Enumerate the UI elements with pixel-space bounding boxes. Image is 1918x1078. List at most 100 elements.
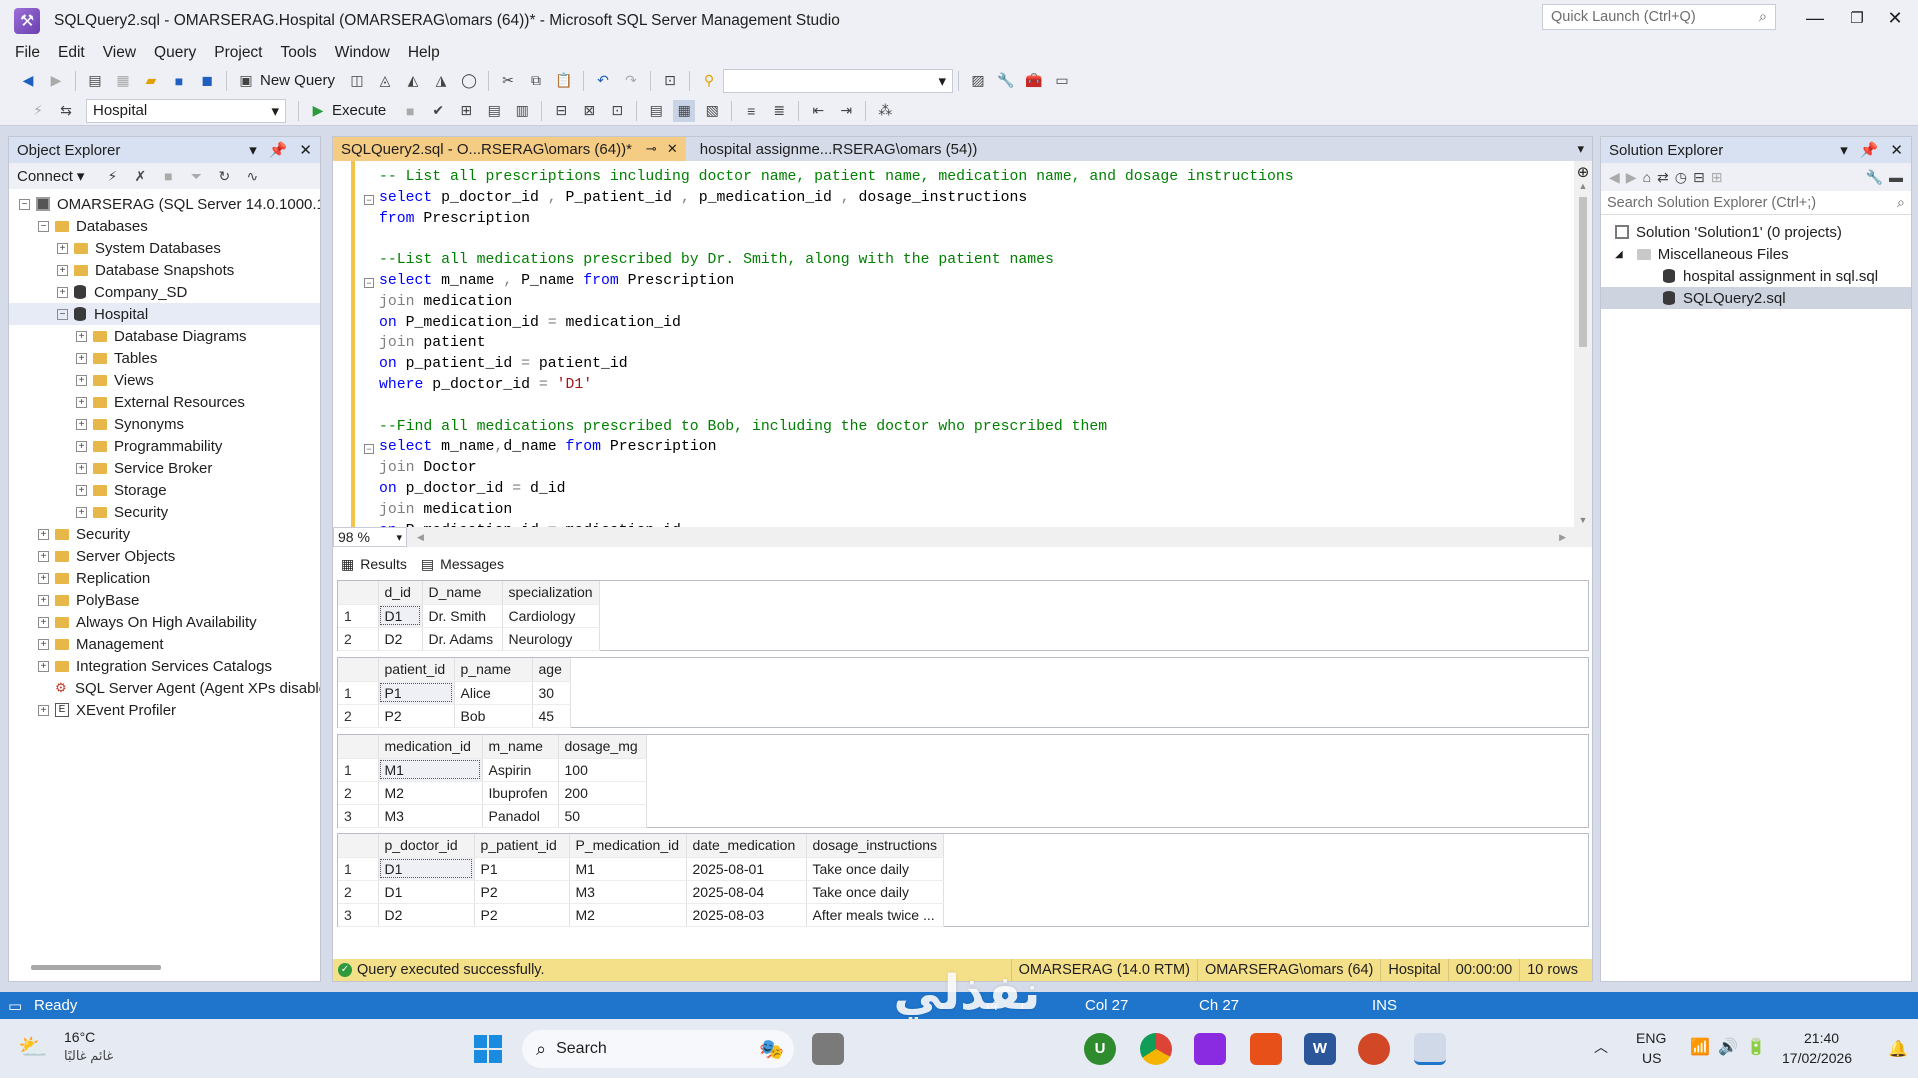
row-number[interactable]: 2 <box>338 627 379 651</box>
table-cell[interactable]: 2025-08-03 <box>686 903 807 927</box>
solution-explorer-icon[interactable]: ▨ <box>967 70 989 92</box>
table-cell[interactable]: P2 <box>474 903 570 927</box>
tree-node[interactable]: + Integration Services Catalogs <box>9 655 320 677</box>
column-header[interactable]: medication_id <box>378 735 483 759</box>
table-cell[interactable]: 50 <box>558 804 647 828</box>
expand-icon[interactable]: + <box>38 638 49 650</box>
horizontal-scrollbar[interactable] <box>31 965 161 970</box>
increase-indent-icon[interactable]: ⇥ <box>835 100 857 122</box>
column-header[interactable]: p_doctor_id <box>378 834 475 858</box>
back-icon[interactable]: ◀ <box>17 70 39 92</box>
column-header[interactable]: dosage_instructions <box>806 834 945 858</box>
notification-bell-icon[interactable]: 🔔 <box>1888 1039 1908 1059</box>
tab-overflow-icon[interactable]: ▾ <box>1577 141 1592 161</box>
row-number[interactable]: 2 <box>338 704 379 728</box>
windows-start-icon[interactable] <box>474 1035 502 1063</box>
table-cell[interactable]: P1 <box>474 857 570 881</box>
tree-node[interactable]: ⚙ SQL Server Agent (Agent XPs disabled) <box>9 677 320 699</box>
menu-edit[interactable]: Edit <box>49 44 94 62</box>
save-all-icon[interactable]: ◼ <box>196 70 218 92</box>
table-cell[interactable]: D1 <box>378 604 423 628</box>
table-cell[interactable]: M3 <box>569 880 687 904</box>
tab-results[interactable]: Results <box>360 556 407 572</box>
column-header[interactable]: dosage_mg <box>558 735 647 759</box>
uncomment-icon[interactable]: ≣ <box>768 100 790 122</box>
connect-plug-icon[interactable]: ⚡ <box>101 165 123 187</box>
table-cell[interactable]: Take once daily <box>806 857 945 881</box>
expand-icon[interactable]: + <box>76 352 87 364</box>
menu-view[interactable]: View <box>94 44 145 62</box>
results-to-file-icon[interactable]: ▧ <box>701 100 723 122</box>
table-cell[interactable]: Bob <box>454 704 533 728</box>
row-number[interactable]: 2 <box>338 781 379 805</box>
table-cell[interactable]: 45 <box>532 704 571 728</box>
expand-icon[interactable]: + <box>57 286 68 298</box>
table-cell[interactable]: D1 <box>378 880 475 904</box>
scroll-thumb[interactable] <box>1579 197 1587 347</box>
expand-icon[interactable]: + <box>76 506 87 518</box>
menu-file[interactable]: File <box>6 44 49 62</box>
open-file-icon[interactable]: ▰ <box>140 70 162 92</box>
column-header[interactable]: p_name <box>454 658 533 682</box>
table-cell[interactable]: P1 <box>378 681 455 705</box>
quick-launch-input[interactable]: Quick Launch (Ctrl+Q) ⌕ <box>1542 4 1776 30</box>
solution-search-input[interactable]: Search Solution Explorer (Ctrl+;) ⌕ <box>1601 191 1911 215</box>
disconnect-icon[interactable]: ✗ <box>129 165 151 187</box>
weather-temp[interactable]: 16°C <box>64 1029 95 1045</box>
tree-node[interactable]: − Hospital <box>9 303 320 325</box>
clock-time[interactable]: 21:40 <box>1804 1030 1839 1046</box>
collapse-icon[interactable]: − <box>19 198 30 210</box>
menu-project[interactable]: Project <box>205 44 271 62</box>
menu-tools[interactable]: Tools <box>272 44 326 62</box>
menu-query[interactable]: Query <box>145 44 205 62</box>
table-cell[interactable]: Dr. Smith <box>422 604 503 628</box>
find-icon[interactable]: ⚲ <box>698 70 720 92</box>
table-cell[interactable]: D1 <box>378 857 475 881</box>
collapse-all-icon[interactable]: ⊟ <box>1693 169 1705 186</box>
table-cell[interactable]: D2 <box>378 903 475 927</box>
close-tab-icon[interactable]: ✕ <box>667 141 678 157</box>
tree-node[interactable]: − OMARSERAG (SQL Server 14.0.1000.169 <box>9 193 320 215</box>
scroll-left-icon[interactable]: ◀ <box>417 532 424 543</box>
collapse-icon[interactable]: − <box>38 220 49 232</box>
column-header[interactable]: P_medication_id <box>569 834 687 858</box>
minimize-button[interactable]: — <box>1792 4 1838 32</box>
home-icon[interactable]: ⌂ <box>1643 169 1651 185</box>
scroll-right-icon[interactable]: ▶ <box>1559 532 1566 543</box>
new-query-button[interactable]: New Query <box>260 72 335 89</box>
tree-node[interactable]: + Replication <box>9 567 320 589</box>
close-icon[interactable]: ✕ <box>1890 141 1903 159</box>
collapse-icon[interactable]: − <box>57 308 68 320</box>
query-options-icon[interactable]: ▤ <box>483 100 505 122</box>
column-header[interactable]: D_name <box>422 581 503 605</box>
dropdown-icon[interactable]: ▾ <box>249 141 257 159</box>
execute-button[interactable]: Execute <box>332 102 386 119</box>
include-plan-icon[interactable]: ⊟ <box>550 100 572 122</box>
table-row[interactable]: 2 P2 Bob 45 <box>338 704 571 728</box>
expand-icon[interactable]: + <box>38 704 49 716</box>
table-row[interactable]: 3 D2 P2 M2 2025-08-03 After meals twice ... <box>338 903 945 927</box>
tree-node[interactable]: + Service Broker <box>9 457 320 479</box>
table-cell[interactable]: M1 <box>569 857 687 881</box>
database-engine-query-icon[interactable]: ◫ <box>346 70 368 92</box>
show-all-icon[interactable]: ⊞ <box>1711 169 1723 186</box>
estimated-plan-icon[interactable]: ⊞ <box>455 100 477 122</box>
language-region[interactable]: US <box>1642 1050 1661 1066</box>
expand-icon[interactable]: + <box>38 660 49 672</box>
scroll-down-icon[interactable]: ▼ <box>1574 515 1592 525</box>
intellisense-icon[interactable]: ▥ <box>511 100 533 122</box>
table-cell[interactable]: M2 <box>569 903 687 927</box>
expand-icon[interactable]: + <box>76 396 87 408</box>
tab-sqlquery2[interactable]: SQLQuery2.sql - O...RSERAG\omars (64))* … <box>333 137 686 161</box>
expand-icon[interactable]: + <box>57 264 68 276</box>
row-number-header[interactable] <box>338 735 379 759</box>
cut-icon[interactable]: ✂ <box>497 70 519 92</box>
table-cell[interactable]: Dr. Adams <box>422 627 503 651</box>
tree-node[interactable]: + Database Snapshots <box>9 259 320 281</box>
column-header[interactable]: d_id <box>378 581 423 605</box>
result-grid[interactable]: p_doctor_id p_patient_id P_medication_id da… <box>337 833 1589 927</box>
table-cell[interactable]: After meals twice ... <box>806 903 945 927</box>
change-connection-icon[interactable]: ⇆ <box>55 100 77 122</box>
tree-node[interactable]: + Server Objects <box>9 545 320 567</box>
table-cell[interactable]: Panadol <box>482 804 559 828</box>
